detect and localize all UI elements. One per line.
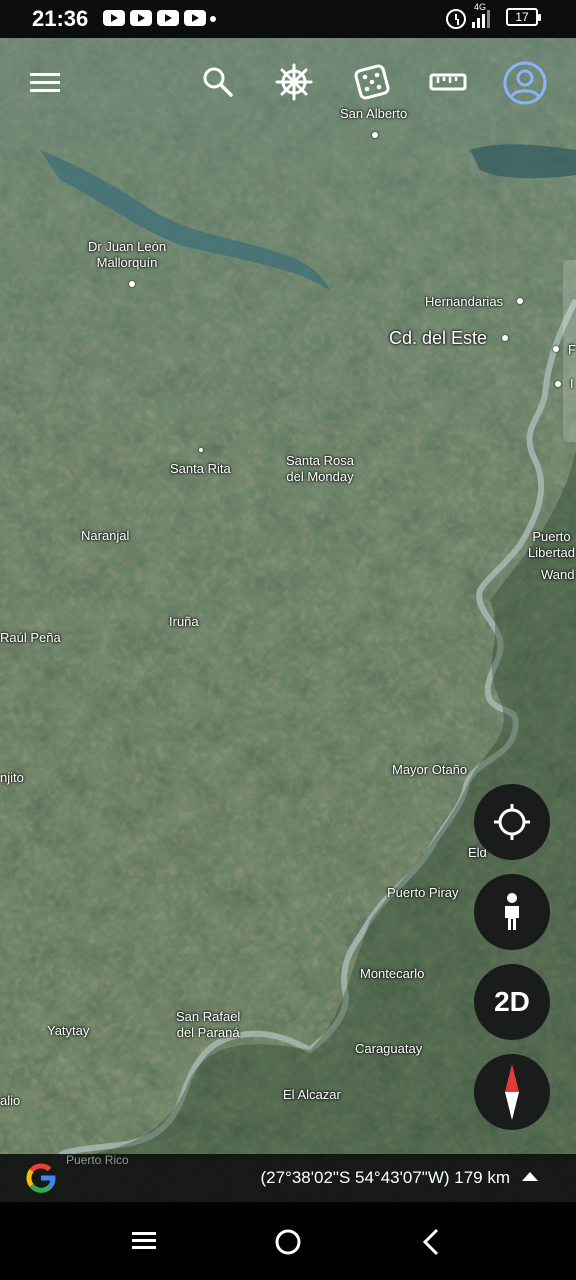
youtube-notification-icon xyxy=(103,10,125,26)
place-label[interactable]: Mayor Otaño xyxy=(392,762,467,778)
youtube-notification-icon xyxy=(184,10,206,26)
place-label[interactable]: Dr Juan León Mallorquín xyxy=(88,239,166,271)
place-label[interactable]: San Alberto xyxy=(340,106,407,122)
compass-icon xyxy=(505,1064,519,1120)
status-bar: 21:36 4G 17 xyxy=(0,0,576,38)
feeling-lucky-dice-icon[interactable] xyxy=(352,62,392,102)
status-time: 21:36 xyxy=(32,6,89,31)
place-label[interactable]: Raúl Peña xyxy=(0,630,61,646)
place-label[interactable]: Santa Rita xyxy=(170,461,231,477)
measure-ruler-icon[interactable] xyxy=(428,62,468,102)
my-location-button[interactable] xyxy=(474,784,550,860)
place-pin[interactable] xyxy=(555,381,561,387)
battery-indicator: 17 xyxy=(506,8,541,26)
place-pin[interactable] xyxy=(199,448,203,452)
place-label[interactable]: El Alcazar xyxy=(283,1087,341,1103)
place-label[interactable]: njito xyxy=(0,770,24,786)
menu-icon[interactable] xyxy=(26,62,66,102)
place-label[interactable]: San Rafael del Paraná xyxy=(176,1009,240,1041)
search-icon[interactable] xyxy=(198,62,238,102)
google-logo-icon xyxy=(26,1163,56,1193)
place-pin[interactable] xyxy=(129,281,135,287)
coordinates-readout: (27°38'02"S 54°43'07"W) 179 km xyxy=(260,1168,510,1187)
place-label[interactable]: alio xyxy=(0,1093,20,1109)
place-label[interactable]: Puerto Piray xyxy=(387,885,459,901)
place-pin[interactable] xyxy=(517,298,523,304)
city-label[interactable]: Cd. del Este xyxy=(389,328,487,348)
system-navigation-bar xyxy=(0,1202,576,1280)
youtube-notification-icon xyxy=(157,10,179,26)
place-label[interactable]: Iruña xyxy=(169,614,199,630)
youtube-notification-icon xyxy=(130,10,152,26)
place-label[interactable]: Montecarlo xyxy=(360,966,424,982)
voyager-ship-wheel-icon[interactable] xyxy=(274,62,314,102)
place-label[interactable]: I xyxy=(570,376,574,392)
view-mode-label: 2D xyxy=(494,986,530,1017)
alarm-icon xyxy=(446,9,466,29)
place-label[interactable]: Caraguatay xyxy=(355,1041,422,1057)
place-label[interactable]: Hernandarias xyxy=(425,294,503,310)
pegman-icon xyxy=(505,893,519,930)
expand-info-button[interactable] xyxy=(522,1172,538,1181)
recent-apps-icon[interactable] xyxy=(130,1228,158,1254)
place-label[interactable]: Naranjal xyxy=(81,528,129,544)
place-label[interactable]: F xyxy=(568,342,576,358)
toggle-2d-3d-button[interactable]: 2D xyxy=(474,964,550,1040)
back-icon[interactable] xyxy=(418,1227,444,1257)
street-view-button[interactable] xyxy=(474,874,550,950)
place-pin[interactable] xyxy=(553,346,559,352)
account-icon[interactable] xyxy=(502,60,548,106)
place-label[interactable]: Santa Rosa del Monday xyxy=(286,453,354,485)
place-label[interactable]: Wand xyxy=(541,567,574,583)
place-pin[interactable] xyxy=(372,132,378,138)
place-pin[interactable] xyxy=(502,335,508,341)
signal-icon xyxy=(472,4,494,28)
place-label[interactable]: Yatytay xyxy=(47,1023,89,1039)
home-icon[interactable] xyxy=(273,1227,303,1257)
place-label[interactable]: Puerto Libertad xyxy=(528,529,575,561)
place-label: Puerto Rico xyxy=(66,1153,129,1167)
compass-button[interactable] xyxy=(474,1054,550,1130)
more-notifications-dot xyxy=(210,16,216,22)
crosshair-icon xyxy=(494,804,530,840)
